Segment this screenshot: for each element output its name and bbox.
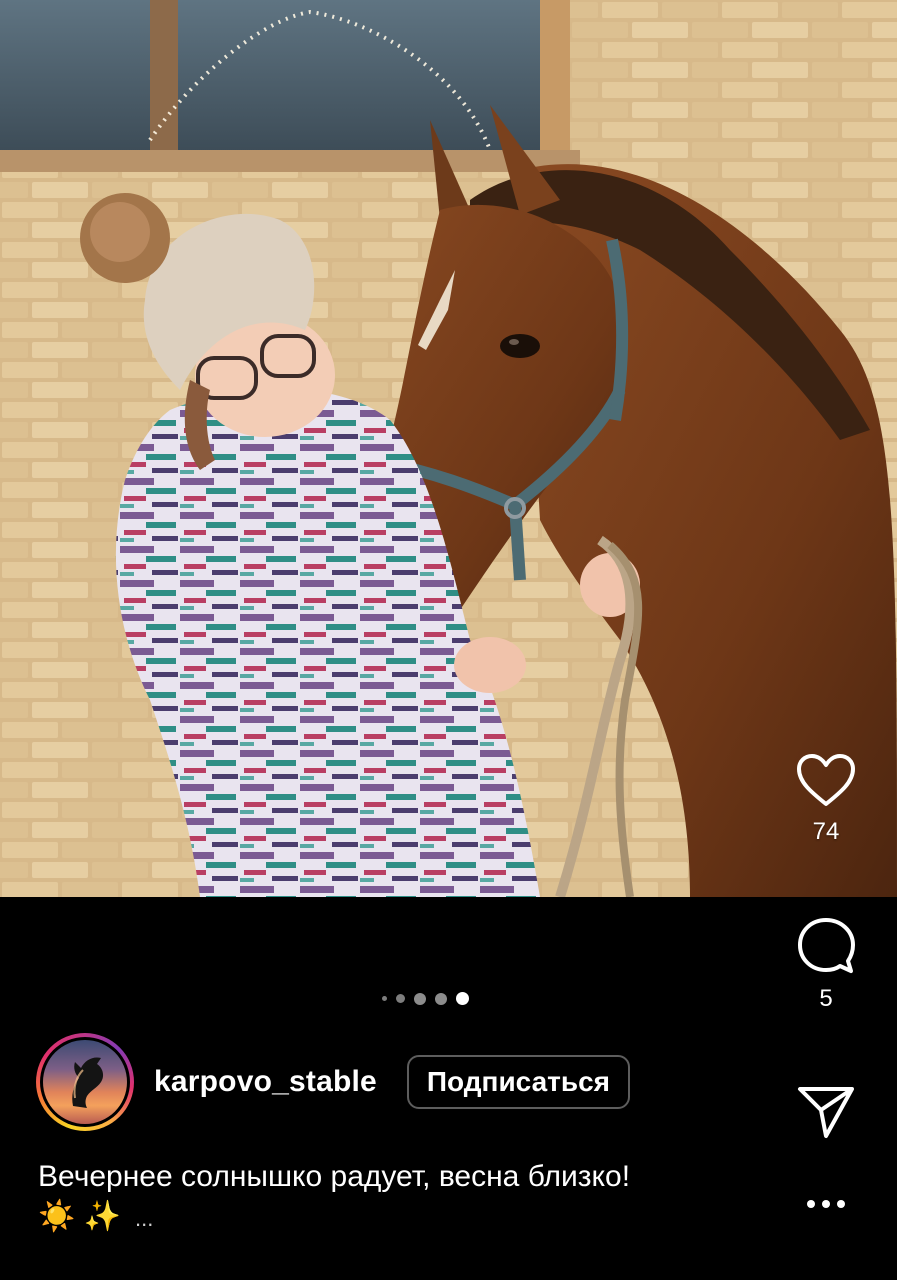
- post-photo[interactable]: [0, 0, 897, 897]
- caption-emojis: ☀️ ✨: [38, 1200, 122, 1233]
- follow-button[interactable]: Подписаться: [406, 1055, 630, 1109]
- avatar[interactable]: [36, 1033, 134, 1131]
- carousel-dot: [434, 992, 447, 1005]
- carousel-indicator: [0, 992, 850, 1005]
- username[interactable]: karpovo_stable: [154, 1065, 377, 1099]
- caption-text: Вечернее солнышко радует, весна близко!: [38, 1160, 631, 1193]
- post-image-illustration: [0, 0, 897, 897]
- comment-icon: [798, 918, 855, 973]
- heart-icon: [797, 754, 855, 806]
- horse-head-logo: [72, 1057, 104, 1108]
- more-icon: [807, 1200, 845, 1208]
- more-options-button[interactable]: [790, 1198, 862, 1210]
- like-button[interactable]: 74: [790, 752, 862, 846]
- account-row: karpovo_stable Подписаться: [36, 1033, 630, 1131]
- send-icon: [798, 1087, 854, 1138]
- like-count: 74: [812, 818, 840, 845]
- carousel-dot: [395, 994, 405, 1003]
- carousel-dot: [381, 996, 387, 1001]
- post-caption[interactable]: Вечернее солнышко радует, весна близко! …: [38, 1157, 758, 1239]
- carousel-dot-active: [455, 992, 469, 1005]
- caption-more[interactable]: ...: [135, 1206, 153, 1231]
- carousel-dot: [413, 992, 426, 1005]
- share-button[interactable]: [790, 1085, 862, 1139]
